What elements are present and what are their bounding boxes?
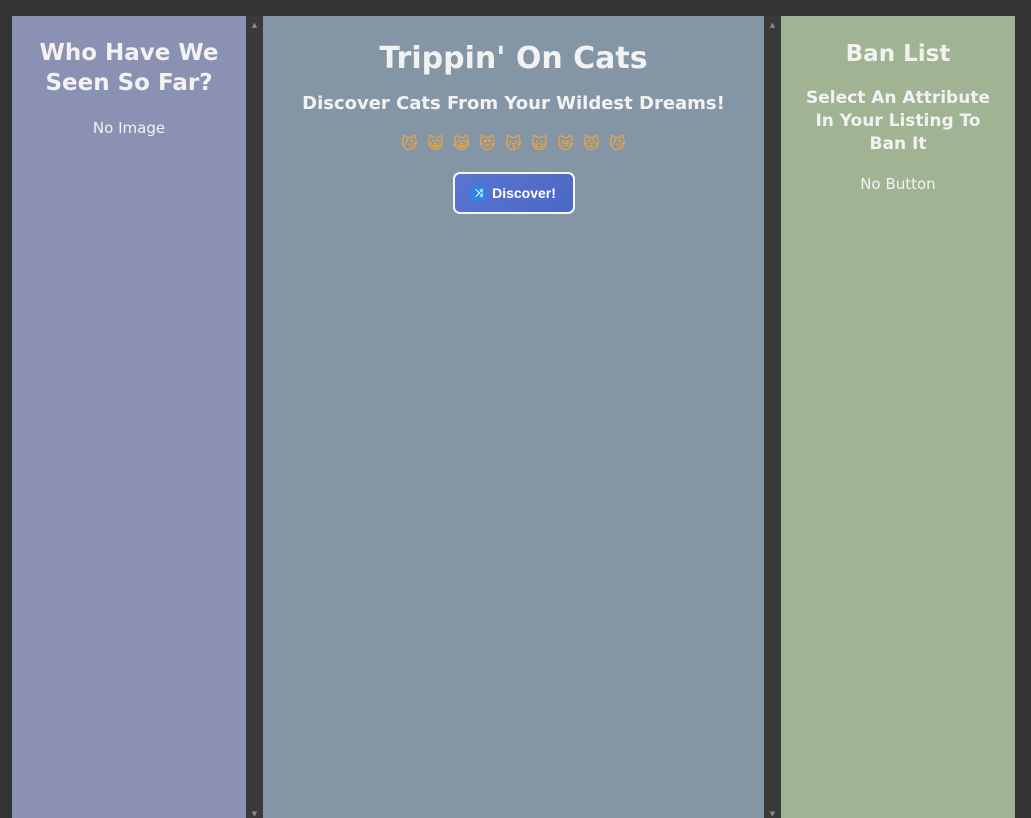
joy-cat-icon: 😹 — [452, 134, 471, 153]
scroll-up-arrow-icon[interactable]: ▲ — [764, 19, 781, 31]
weary-cat-icon: 🙀 — [531, 134, 548, 153]
discover-button-label: Discover! — [492, 185, 556, 201]
heart-eyes-cat-icon: 😻 — [479, 134, 496, 153]
scroll-down-arrow-icon[interactable]: ▼ — [764, 808, 781, 818]
ban-list-panel: Ban List Select An Attribute In Your Lis… — [781, 16, 1015, 818]
top-bar — [0, 0, 1031, 16]
pouting-cat-icon: 😾 — [583, 134, 600, 153]
discover-button[interactable]: ⤨ Discover! — [452, 172, 575, 214]
page-subtitle: Discover Cats From Your Wildest Dreams! — [302, 93, 725, 114]
history-scrollbar[interactable]: ▲ ▼ — [246, 16, 263, 818]
ban-list-empty-text: No Button — [860, 175, 936, 193]
shuffle-icon: ⤨ — [471, 185, 487, 201]
page-gutter — [1015, 16, 1031, 818]
history-panel: Who Have We Seen So Far? No Image — [12, 16, 246, 818]
cat-face-icon: 😼 — [401, 134, 418, 153]
discover-scrollbar[interactable]: ▲ ▼ — [764, 16, 781, 818]
crying-cat-icon: 😿 — [557, 134, 574, 153]
scroll-up-arrow-icon[interactable]: ▲ — [246, 19, 263, 31]
page-title: Trippin' On Cats — [379, 41, 648, 76]
ban-list-title: Ban List — [845, 41, 951, 67]
scroll-down-arrow-icon[interactable]: ▼ — [246, 808, 263, 818]
grinning-cat-icon: 😸 — [427, 134, 444, 153]
cat-emoji-row: 😼 😸 😹 😻 😽 🙀 😿 😾 😼 — [263, 134, 764, 153]
ban-list-subtitle: Select An Attribute In Your Listing To B… — [806, 88, 990, 154]
history-empty-text: No Image — [92, 119, 166, 137]
discover-panel: Trippin' On Cats Discover Cats From Your… — [263, 16, 764, 818]
smirk-cat-icon: 😼 — [609, 134, 626, 153]
history-title: Who Have We Seen So Far? — [39, 40, 219, 96]
kissing-cat-icon: 😽 — [505, 134, 522, 153]
app-page: Who Have We Seen So Far? No Image ▲ ▼ Tr… — [0, 0, 1031, 818]
